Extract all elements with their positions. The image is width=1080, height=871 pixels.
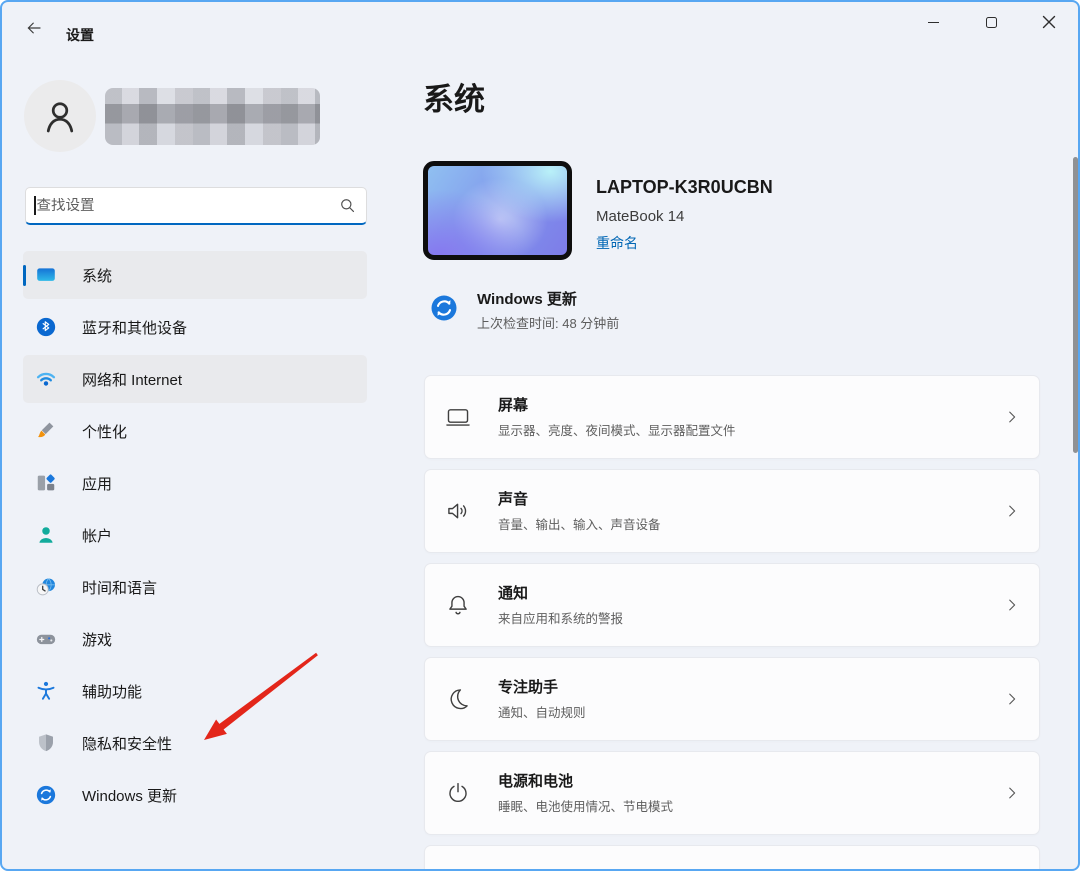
back-button[interactable] [18, 14, 50, 42]
card-focus-assist[interactable]: 专注助手 通知、自动规则 [424, 657, 1040, 741]
accounts-icon [35, 524, 57, 546]
sidebar-item-label: 应用 [82, 473, 112, 494]
bluetooth-icon [35, 316, 57, 338]
settings-window: 设置 系统 [0, 0, 1080, 871]
display-icon [445, 404, 471, 430]
sidebar-item-privacy[interactable]: 隐私和安全性 [23, 719, 367, 767]
sidebar-item-accessibility[interactable]: 辅助功能 [23, 667, 367, 715]
sidebar-item-time-language[interactable]: 时间和语言 [23, 563, 367, 611]
card-subtitle: 通知、自动规则 [498, 702, 586, 721]
card-title: 屏幕 [498, 396, 736, 415]
avatar [24, 80, 96, 152]
rename-link[interactable]: 重命名 [596, 233, 638, 253]
sound-icon [445, 498, 471, 524]
personalization-icon [35, 420, 57, 442]
sidebar-item-label: Windows 更新 [82, 785, 177, 806]
close-icon [1042, 15, 1056, 29]
gaming-icon [35, 628, 57, 650]
power-icon [445, 780, 471, 806]
person-icon [38, 94, 82, 138]
time-language-icon [35, 576, 57, 598]
chevron-right-icon [1003, 690, 1021, 708]
sidebar-item-label: 时间和语言 [82, 577, 157, 598]
windows-update-icon [35, 784, 57, 806]
search-input[interactable] [37, 198, 340, 214]
scrollbar-thumb[interactable] [1073, 157, 1078, 453]
text-caret [34, 196, 36, 215]
network-icon [35, 368, 57, 390]
sidebar-nav: 系统 蓝牙和其他设备 网络和 Internet 个性化 [23, 251, 367, 819]
system-icon [35, 264, 57, 286]
chevron-right-icon [1003, 596, 1021, 614]
card-title: 专注助手 [498, 678, 586, 697]
page-title: 系统 [423, 74, 485, 119]
card-title: 电源和电池 [498, 772, 673, 791]
card-subtitle: 来自应用和系统的警报 [498, 608, 623, 627]
app-title: 设置 [66, 25, 94, 45]
sidebar-item-label: 个性化 [82, 421, 127, 442]
search-icon [339, 197, 356, 214]
user-name-redacted [105, 88, 320, 145]
settings-card-list: 屏幕 显示器、亮度、夜间模式、显示器配置文件 声音 音量、输出、输入、声音设备 [424, 375, 1040, 871]
card-notifications[interactable]: 通知 来自应用和系统的警报 [424, 563, 1040, 647]
card-display[interactable]: 屏幕 显示器、亮度、夜间模式、显示器配置文件 [424, 375, 1040, 459]
sidebar-item-label: 网络和 Internet [82, 369, 182, 390]
sidebar-item-personalization[interactable]: 个性化 [23, 407, 367, 455]
card-title: 声音 [498, 490, 661, 509]
focus-assist-icon [445, 686, 471, 712]
notifications-icon [445, 592, 471, 618]
minimize-button[interactable] [910, 5, 956, 39]
maximize-button[interactable] [968, 5, 1014, 39]
windows-update-icon [429, 293, 459, 323]
sidebar-item-accounts[interactable]: 帐户 [23, 511, 367, 559]
apps-icon [35, 472, 57, 494]
card-subtitle: 睡眠、电池使用情况、节电模式 [498, 796, 673, 815]
accessibility-icon [35, 680, 57, 702]
sidebar-item-gaming[interactable]: 游戏 [23, 615, 367, 663]
update-title: Windows 更新 [477, 290, 619, 309]
windows-update-status[interactable]: Windows 更新 上次检查时间: 48 分钟前 [429, 290, 989, 336]
sidebar-item-label: 游戏 [82, 629, 112, 650]
sidebar-item-label: 系统 [82, 265, 112, 286]
update-subtitle: 上次检查时间: 48 分钟前 [477, 313, 619, 332]
sidebar-item-system[interactable]: 系统 [23, 251, 367, 299]
close-button[interactable] [1026, 5, 1072, 39]
sidebar-item-windows-update[interactable]: Windows 更新 [23, 771, 367, 819]
device-name: LAPTOP-K3R0UCBN [596, 177, 773, 198]
card-sound[interactable]: 声音 音量、输出、输入、声音设备 [424, 469, 1040, 553]
chevron-right-icon [1003, 502, 1021, 520]
card-subtitle: 音量、输出、输入、声音设备 [498, 514, 661, 533]
card-title: 通知 [498, 584, 623, 603]
sidebar-item-label: 帐户 [82, 525, 112, 546]
card-subtitle: 显示器、亮度、夜间模式、显示器配置文件 [498, 420, 736, 439]
sidebar-item-bluetooth[interactable]: 蓝牙和其他设备 [23, 303, 367, 351]
chevron-right-icon [1003, 784, 1021, 802]
sidebar-item-apps[interactable]: 应用 [23, 459, 367, 507]
titlebar: 设置 [2, 2, 1078, 50]
card-storage[interactable]: 存储 [424, 845, 1040, 871]
sidebar-item-label: 隐私和安全性 [82, 733, 172, 754]
search-box [25, 187, 367, 225]
selection-accent-bar [23, 265, 26, 286]
sidebar-item-label: 辅助功能 [82, 681, 142, 702]
device-model: MateBook 14 [596, 208, 684, 225]
minimize-icon [928, 22, 939, 23]
sidebar-item-network[interactable]: 网络和 Internet [23, 355, 367, 403]
privacy-shield-icon [35, 732, 57, 754]
device-image [423, 161, 572, 260]
maximize-icon [986, 17, 997, 28]
arrow-left-icon [25, 19, 43, 37]
card-power-battery[interactable]: 电源和电池 睡眠、电池使用情况、节电模式 [424, 751, 1040, 835]
chevron-right-icon [1003, 408, 1021, 426]
sidebar-item-label: 蓝牙和其他设备 [82, 317, 187, 338]
